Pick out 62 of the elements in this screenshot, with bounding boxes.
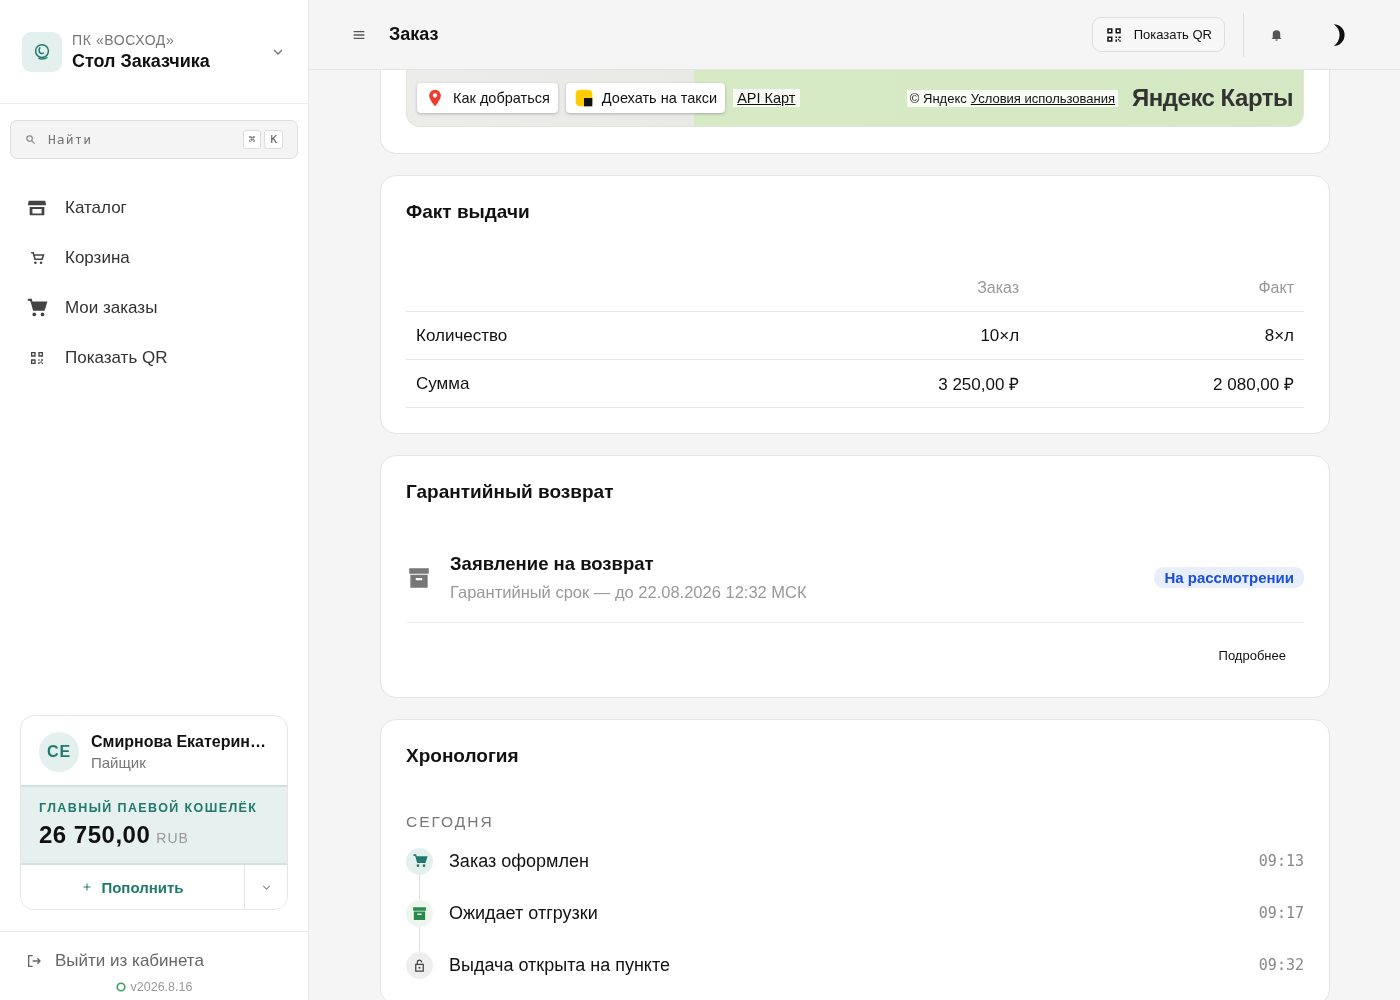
card-title: Хронология <box>406 745 520 767</box>
column-header: Факт <box>1029 279 1304 312</box>
nav-item[interactable]: Корзина <box>0 233 308 283</box>
keyboard-key: ⌘ <box>242 130 262 149</box>
api-link[interactable]: API Карт <box>733 89 800 107</box>
cart-icon <box>28 249 46 267</box>
table-cell: Сумма <box>406 359 710 408</box>
search-icon <box>25 134 36 145</box>
organization-name: ПК «ВОСХОД» <box>72 31 176 48</box>
table-cell: 3 250,00 ₽ <box>709 359 1030 408</box>
page-title: Заказ <box>389 24 440 45</box>
table-cell: 8×л <box>1029 311 1304 360</box>
date-group-label: СЕГОДНЯ <box>406 813 495 831</box>
cart-icon <box>26 297 48 319</box>
card-title: Факт выдачи <box>406 201 531 223</box>
logout-button[interactable]: Выйти из кабинета <box>0 948 308 974</box>
qr-code-icon <box>1104 25 1123 44</box>
version-label: v2026.8.16 <box>130 980 193 994</box>
wallet-balance: 26 750,00 <box>39 821 151 849</box>
terms-link[interactable]: Условия использования <box>970 90 1116 106</box>
lock-icon <box>412 957 427 973</box>
details-button[interactable]: Подробнее <box>1212 647 1292 664</box>
event-time: 09:32 <box>1258 956 1304 974</box>
directions-button[interactable]: Как добраться <box>417 83 558 113</box>
nav-item[interactable]: Мои заказы <box>0 283 308 333</box>
event-time: 09:17 <box>1258 904 1304 922</box>
taxi-icon <box>573 88 594 108</box>
archive-icon <box>411 904 428 922</box>
event-text: Ожидает отгрузки <box>449 902 599 924</box>
column-header: Заказ <box>709 279 1030 312</box>
map-logo: Яндекс Карты <box>1132 84 1293 112</box>
logout-icon <box>26 953 42 969</box>
event-time: 09:13 <box>1258 852 1304 870</box>
bell-icon[interactable] <box>1269 27 1284 42</box>
wallet-label: ГЛАВНЫЙ ПАЕВОЙ КОШЕЛЁК <box>39 801 259 815</box>
status-badge: На рассмотрении <box>1154 567 1304 588</box>
event-text: Заказ оформлен <box>449 850 590 872</box>
event-text: Выдача открыта на пункте <box>449 954 671 976</box>
currency-code: RUB <box>156 830 189 846</box>
table-cell: 2 080,00 ₽ <box>1029 359 1304 408</box>
table-cell: Количество <box>406 311 710 360</box>
search-field[interactable]: Найти ⌘ K <box>10 120 298 159</box>
claim-deadline: Гарантийный срок — до 22.08.2026 12:32 МСК <box>450 583 808 602</box>
cart-icon <box>411 853 428 869</box>
search-input[interactable]: Найти <box>46 131 233 148</box>
plus-icon <box>81 881 94 893</box>
nav-item[interactable]: Показать QR <box>0 333 308 383</box>
show-qr-button[interactable]: Показать QR <box>1091 17 1225 52</box>
keyboard-key: K <box>264 130 283 149</box>
card-title: Гарантийный возврат <box>406 481 615 503</box>
claim-title: Заявление на возврат <box>450 553 655 575</box>
avatar: СЕ <box>39 732 79 772</box>
status-dot-icon <box>115 982 126 992</box>
user-role: Пайщик <box>91 754 147 771</box>
table-cell: 10×л <box>709 311 1030 360</box>
qr-code-icon <box>29 350 45 366</box>
copyright-text: © Яндекс <box>909 90 967 106</box>
top-up-button[interactable]: Пополнить <box>21 865 245 909</box>
taxi-button[interactable]: Доехать на такси <box>565 83 726 113</box>
nav-item[interactable]: Каталог <box>0 183 308 233</box>
user-name: Смирнова Екатерин… <box>91 733 266 751</box>
app-name: Стол Заказчика <box>72 50 211 72</box>
